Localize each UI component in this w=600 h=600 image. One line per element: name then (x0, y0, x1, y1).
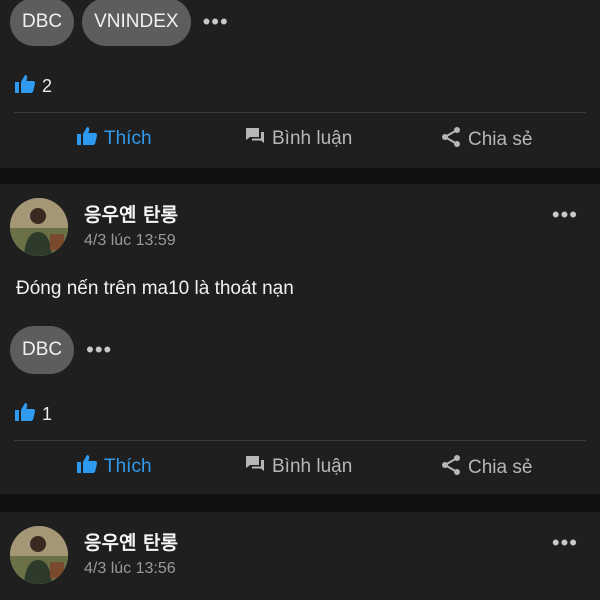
comment-button[interactable]: Bình luận (244, 454, 352, 480)
avatar[interactable] (10, 198, 68, 256)
comment-button[interactable]: Bình luận (244, 126, 352, 152)
thumbs-up-icon (14, 402, 36, 427)
like-button[interactable]: Thích (76, 126, 152, 152)
like-count[interactable]: 1 (14, 402, 52, 427)
share-button[interactable]: Chia sẻ (440, 454, 532, 482)
author-name[interactable]: 응우옌 탄롱 (84, 528, 178, 555)
share-icon (440, 126, 468, 154)
share-label: Chia sẻ (468, 129, 533, 150)
post-card: 응우옌 탄롱 4/3 lúc 13:56 ••• (0, 512, 600, 600)
post-time: 4/3 lúc 13:59 (84, 232, 176, 249)
comment-icon (244, 126, 272, 152)
share-button[interactable]: Chia sẻ (440, 126, 532, 154)
author-name[interactable]: 응우옌 탄롱 (84, 200, 178, 227)
like-count-value: 1 (42, 404, 53, 424)
thumbs-up-icon (14, 74, 36, 99)
tag-list: DBC VNINDEX ••• (10, 0, 229, 46)
divider (14, 440, 586, 441)
share-icon (440, 454, 468, 482)
post-card: 응우옌 탄롱 4/3 lúc 13:59 ••• Đóng nến trên m… (0, 184, 600, 494)
comment-label: Bình luận (272, 456, 353, 477)
tag-chip[interactable]: DBC (10, 326, 75, 374)
action-bar: Thích Bình luận Chia sẻ (0, 126, 600, 156)
post-options-icon[interactable]: ••• (552, 532, 578, 554)
avatar[interactable] (10, 526, 68, 584)
comment-icon (244, 454, 272, 480)
tag-list: DBC ••• (10, 326, 112, 374)
post-text: Đóng nến trên ma10 là thoát nạn (16, 278, 294, 299)
thumbs-up-icon (76, 126, 104, 152)
like-label: Thích (104, 128, 152, 149)
divider (14, 112, 586, 113)
like-button[interactable]: Thích (76, 454, 152, 480)
like-count[interactable]: 2 (14, 74, 52, 99)
like-count-value: 2 (42, 76, 53, 96)
comment-label: Bình luận (272, 128, 353, 149)
tag-chip[interactable]: DBC (10, 0, 75, 46)
action-bar: Thích Bình luận Chia sẻ (0, 454, 600, 484)
post-time: 4/3 lúc 13:56 (84, 560, 176, 577)
thumbs-up-icon (76, 454, 104, 480)
more-tags-icon[interactable]: ••• (86, 339, 112, 361)
post-card: DBC VNINDEX ••• 2 Thích Bình luận Chia s… (0, 0, 600, 168)
like-label: Thích (104, 456, 152, 477)
post-options-icon[interactable]: ••• (552, 204, 578, 226)
share-label: Chia sẻ (468, 457, 533, 478)
more-tags-icon[interactable]: ••• (203, 11, 229, 33)
tag-chip[interactable]: VNINDEX (82, 0, 191, 46)
